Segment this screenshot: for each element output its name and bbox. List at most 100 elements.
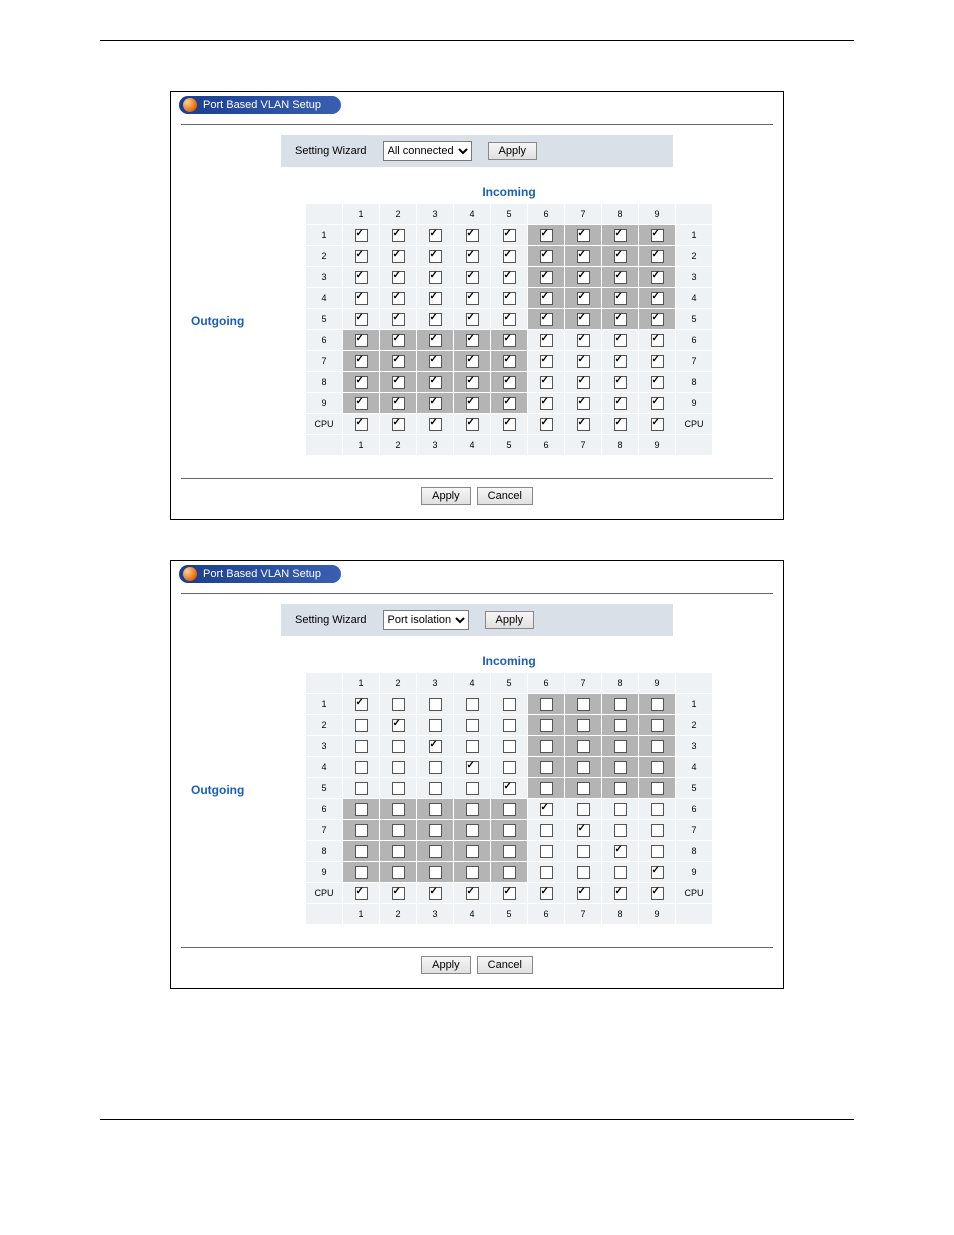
port-checkbox[interactable] (429, 698, 442, 711)
port-checkbox[interactable] (355, 250, 368, 263)
port-checkbox[interactable] (577, 866, 590, 879)
port-checkbox[interactable] (355, 355, 368, 368)
port-checkbox[interactable] (466, 397, 479, 410)
port-checkbox[interactable] (392, 845, 405, 858)
port-checkbox[interactable] (651, 271, 664, 284)
port-checkbox[interactable] (503, 418, 516, 431)
port-checkbox[interactable] (466, 250, 479, 263)
port-checkbox[interactable] (392, 418, 405, 431)
port-checkbox[interactable] (392, 740, 405, 753)
port-checkbox[interactable] (466, 229, 479, 242)
port-checkbox[interactable] (355, 229, 368, 242)
port-checkbox[interactable] (614, 418, 627, 431)
port-checkbox[interactable] (540, 782, 553, 795)
port-checkbox[interactable] (355, 740, 368, 753)
port-checkbox[interactable] (614, 313, 627, 326)
port-checkbox[interactable] (577, 397, 590, 410)
port-checkbox[interactable] (651, 397, 664, 410)
port-checkbox[interactable] (577, 824, 590, 837)
port-checkbox[interactable] (614, 866, 627, 879)
port-checkbox[interactable] (651, 782, 664, 795)
port-checkbox[interactable] (503, 845, 516, 858)
port-checkbox[interactable] (540, 313, 553, 326)
port-checkbox[interactable] (355, 376, 368, 389)
port-checkbox[interactable] (614, 824, 627, 837)
port-checkbox[interactable] (503, 355, 516, 368)
port-checkbox[interactable] (392, 824, 405, 837)
port-checkbox[interactable] (466, 761, 479, 774)
port-checkbox[interactable] (651, 740, 664, 753)
port-checkbox[interactable] (540, 418, 553, 431)
port-checkbox[interactable] (614, 355, 627, 368)
cancel-button[interactable]: Cancel (477, 956, 533, 974)
port-checkbox[interactable] (392, 866, 405, 879)
port-checkbox[interactable] (429, 250, 442, 263)
wizard-select[interactable]: Port isolation (383, 610, 469, 630)
port-checkbox[interactable] (614, 271, 627, 284)
port-checkbox[interactable] (392, 229, 405, 242)
port-checkbox[interactable] (355, 782, 368, 795)
port-checkbox[interactable] (614, 229, 627, 242)
port-checkbox[interactable] (577, 740, 590, 753)
port-checkbox[interactable] (614, 334, 627, 347)
port-checkbox[interactable] (392, 313, 405, 326)
port-checkbox[interactable] (540, 376, 553, 389)
port-checkbox[interactable] (503, 761, 516, 774)
port-checkbox[interactable] (577, 292, 590, 305)
port-checkbox[interactable] (577, 698, 590, 711)
port-checkbox[interactable] (503, 271, 516, 284)
apply-button[interactable]: Apply (421, 956, 471, 974)
port-checkbox[interactable] (503, 229, 516, 242)
port-checkbox[interactable] (429, 418, 442, 431)
port-checkbox[interactable] (355, 866, 368, 879)
port-checkbox[interactable] (392, 292, 405, 305)
port-checkbox[interactable] (503, 824, 516, 837)
port-checkbox[interactable] (355, 824, 368, 837)
port-checkbox[interactable] (577, 845, 590, 858)
port-checkbox[interactable] (355, 271, 368, 284)
port-checkbox[interactable] (540, 761, 553, 774)
port-checkbox[interactable] (429, 334, 442, 347)
port-checkbox[interactable] (651, 719, 664, 732)
port-checkbox[interactable] (355, 845, 368, 858)
port-checkbox[interactable] (503, 803, 516, 816)
port-checkbox[interactable] (429, 887, 442, 900)
cancel-button[interactable]: Cancel (477, 487, 533, 505)
port-checkbox[interactable] (355, 719, 368, 732)
port-checkbox[interactable] (466, 845, 479, 858)
wizard-apply-button[interactable]: Apply (488, 142, 538, 160)
port-checkbox[interactable] (614, 250, 627, 263)
port-checkbox[interactable] (614, 719, 627, 732)
port-checkbox[interactable] (392, 887, 405, 900)
port-checkbox[interactable] (429, 845, 442, 858)
port-checkbox[interactable] (466, 719, 479, 732)
port-checkbox[interactable] (540, 292, 553, 305)
port-checkbox[interactable] (429, 292, 442, 305)
port-checkbox[interactable] (503, 719, 516, 732)
port-checkbox[interactable] (540, 334, 553, 347)
port-checkbox[interactable] (429, 376, 442, 389)
port-checkbox[interactable] (651, 887, 664, 900)
port-checkbox[interactable] (392, 719, 405, 732)
port-checkbox[interactable] (577, 229, 590, 242)
port-checkbox[interactable] (429, 313, 442, 326)
port-checkbox[interactable] (540, 740, 553, 753)
port-checkbox[interactable] (577, 250, 590, 263)
port-checkbox[interactable] (540, 355, 553, 368)
port-checkbox[interactable] (503, 250, 516, 263)
port-checkbox[interactable] (429, 866, 442, 879)
port-checkbox[interactable] (392, 761, 405, 774)
port-checkbox[interactable] (355, 887, 368, 900)
port-checkbox[interactable] (429, 229, 442, 242)
port-checkbox[interactable] (651, 376, 664, 389)
port-checkbox[interactable] (651, 698, 664, 711)
port-checkbox[interactable] (466, 782, 479, 795)
port-checkbox[interactable] (392, 271, 405, 284)
port-checkbox[interactable] (429, 782, 442, 795)
port-checkbox[interactable] (392, 782, 405, 795)
port-checkbox[interactable] (577, 355, 590, 368)
port-checkbox[interactable] (429, 271, 442, 284)
port-checkbox[interactable] (577, 313, 590, 326)
port-checkbox[interactable] (392, 698, 405, 711)
port-checkbox[interactable] (614, 376, 627, 389)
